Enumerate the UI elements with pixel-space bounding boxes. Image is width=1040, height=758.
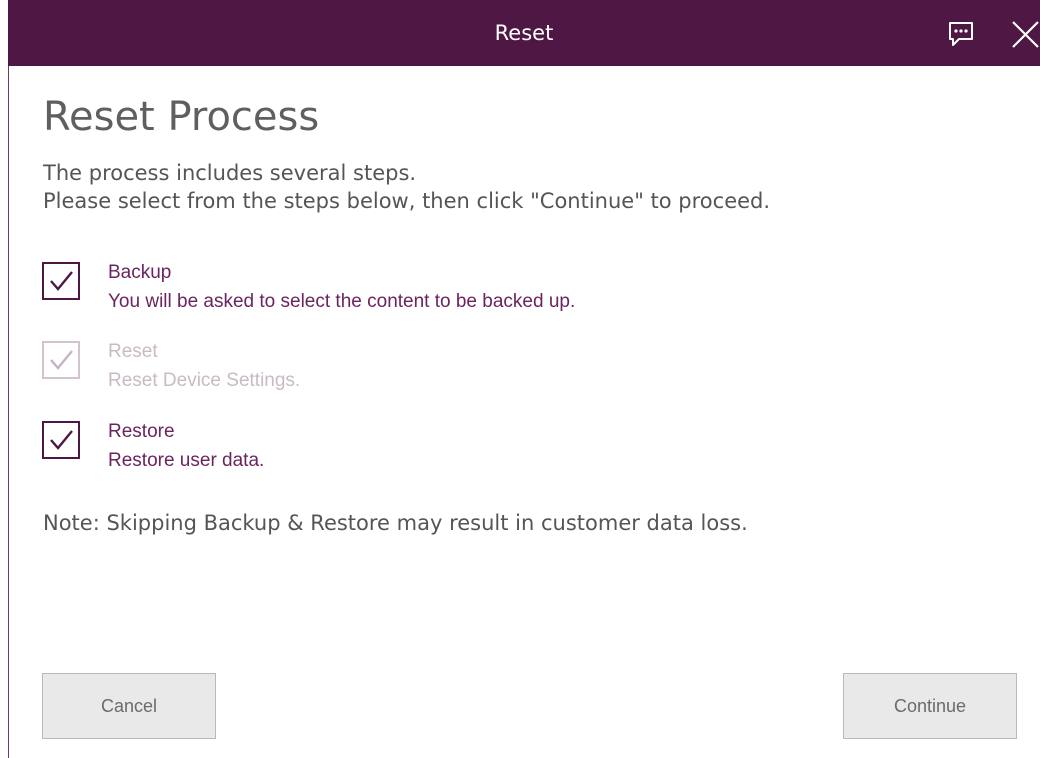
- backup-text: Backup You will be asked to select the c…: [108, 258, 575, 316]
- close-icon: [1012, 21, 1039, 48]
- checkmark-icon: [50, 430, 73, 450]
- feedback-icon: [949, 22, 973, 46]
- page-title: Reset Process: [43, 94, 320, 140]
- close-button[interactable]: [1010, 18, 1040, 50]
- reset-text: Reset Reset Device Settings.: [108, 337, 300, 395]
- reset-checkbox: [42, 341, 80, 379]
- restore-text: Restore Restore user data.: [108, 417, 264, 475]
- continue-button[interactable]: Continue: [843, 673, 1017, 739]
- step-description: You will be asked to select the content …: [108, 291, 576, 312]
- cancel-button[interactable]: Cancel: [42, 673, 216, 739]
- step-description: Restore user data.: [108, 450, 265, 471]
- restore-checkbox[interactable]: [42, 421, 80, 459]
- checkmark-icon: [50, 350, 73, 370]
- intro-line-2: Please select from the steps below, then…: [43, 189, 771, 213]
- intro-text: The process includes several steps. Plea…: [43, 159, 770, 215]
- step-reset: Reset Reset Device Settings.: [42, 341, 742, 401]
- step-label: Reset: [108, 341, 158, 362]
- window-title: Reset: [494, 21, 554, 45]
- checkmark-icon: [50, 271, 73, 291]
- step-description: Reset Device Settings.: [108, 370, 301, 391]
- reset-dialog: Reset Reset Process The process includes…: [0, 0, 1040, 758]
- feedback-button[interactable]: [946, 20, 976, 48]
- data-loss-note: Note: Skipping Backup & Restore may resu…: [43, 511, 748, 535]
- step-backup[interactable]: Backup You will be asked to select the c…: [42, 262, 742, 322]
- step-restore[interactable]: Restore Restore user data.: [42, 421, 742, 481]
- window-left-border: [8, 0, 9, 758]
- step-label: Restore: [108, 421, 175, 442]
- title-bar: Reset: [8, 0, 1040, 66]
- backup-checkbox[interactable]: [42, 262, 80, 300]
- intro-line-1: The process includes several steps.: [43, 161, 417, 185]
- step-label: Backup: [108, 262, 172, 283]
